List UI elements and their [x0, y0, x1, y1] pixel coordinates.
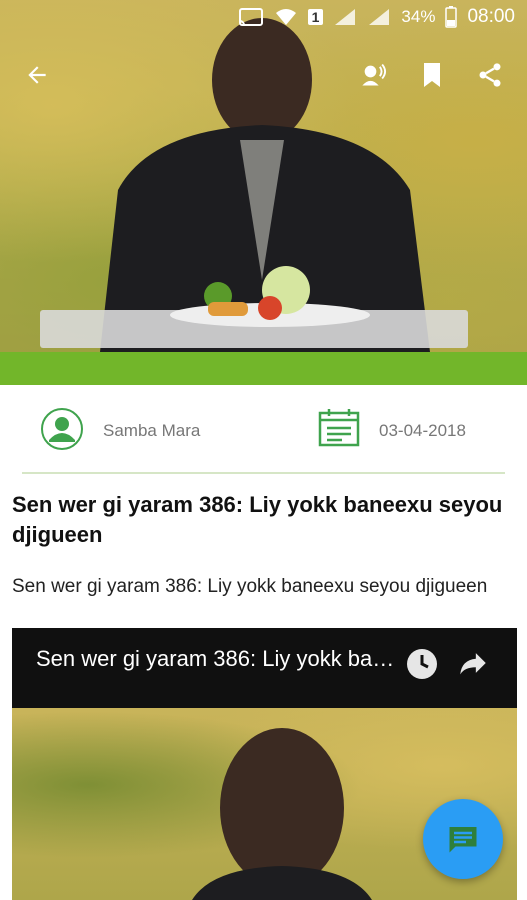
listen-button[interactable] [357, 58, 391, 92]
hero-toolbar [0, 52, 527, 98]
listen-icon [362, 63, 387, 86]
bookmark-icon [424, 63, 440, 87]
battery-percent: 34% [401, 7, 436, 26]
accent-band [0, 352, 527, 385]
chat-icon [449, 827, 477, 853]
video-title-bar: Sen wer gi yaram 386: Liy yokk baneexu s… [12, 628, 517, 708]
video-title[interactable]: Sen wer gi yaram 386: Liy yokk baneexu s… [36, 646, 396, 672]
cast-icon [238, 8, 263, 26]
back-arrow-icon [28, 66, 46, 84]
signal-icon-2 [369, 9, 390, 25]
author-avatar-icon [41, 408, 83, 450]
author-name[interactable]: Samba Mara [103, 421, 200, 441]
back-button[interactable] [20, 58, 54, 92]
hero-image: 1 34% 08:00 [0, 0, 527, 352]
calendar-icon [318, 409, 360, 447]
sim-slot-badge: 1 [307, 9, 324, 25]
watch-later-icon[interactable] [404, 646, 440, 682]
battery-icon [445, 6, 458, 28]
divider [22, 472, 505, 474]
article-title: Sen wer gi yaram 386: Liy yokk baneexu s… [12, 492, 503, 547]
status-bar: 1 34% 08:00 [0, 0, 527, 34]
chat-fab-button[interactable] [423, 799, 503, 879]
publish-date: 03-04-2018 [379, 421, 466, 440]
article-meta: Samba Mara 03-04-2018 [0, 395, 527, 465]
signal-icon [335, 9, 356, 25]
clock-time: 08:00 [467, 6, 515, 27]
wifi-icon [275, 9, 296, 25]
share-button[interactable] [473, 58, 507, 92]
share-icon [479, 63, 501, 87]
share-icon[interactable] [456, 646, 490, 680]
bookmark-button[interactable] [415, 58, 449, 92]
article-body: Sen wer gi yaram 386: Liy yokk baneexu s… [12, 576, 488, 597]
